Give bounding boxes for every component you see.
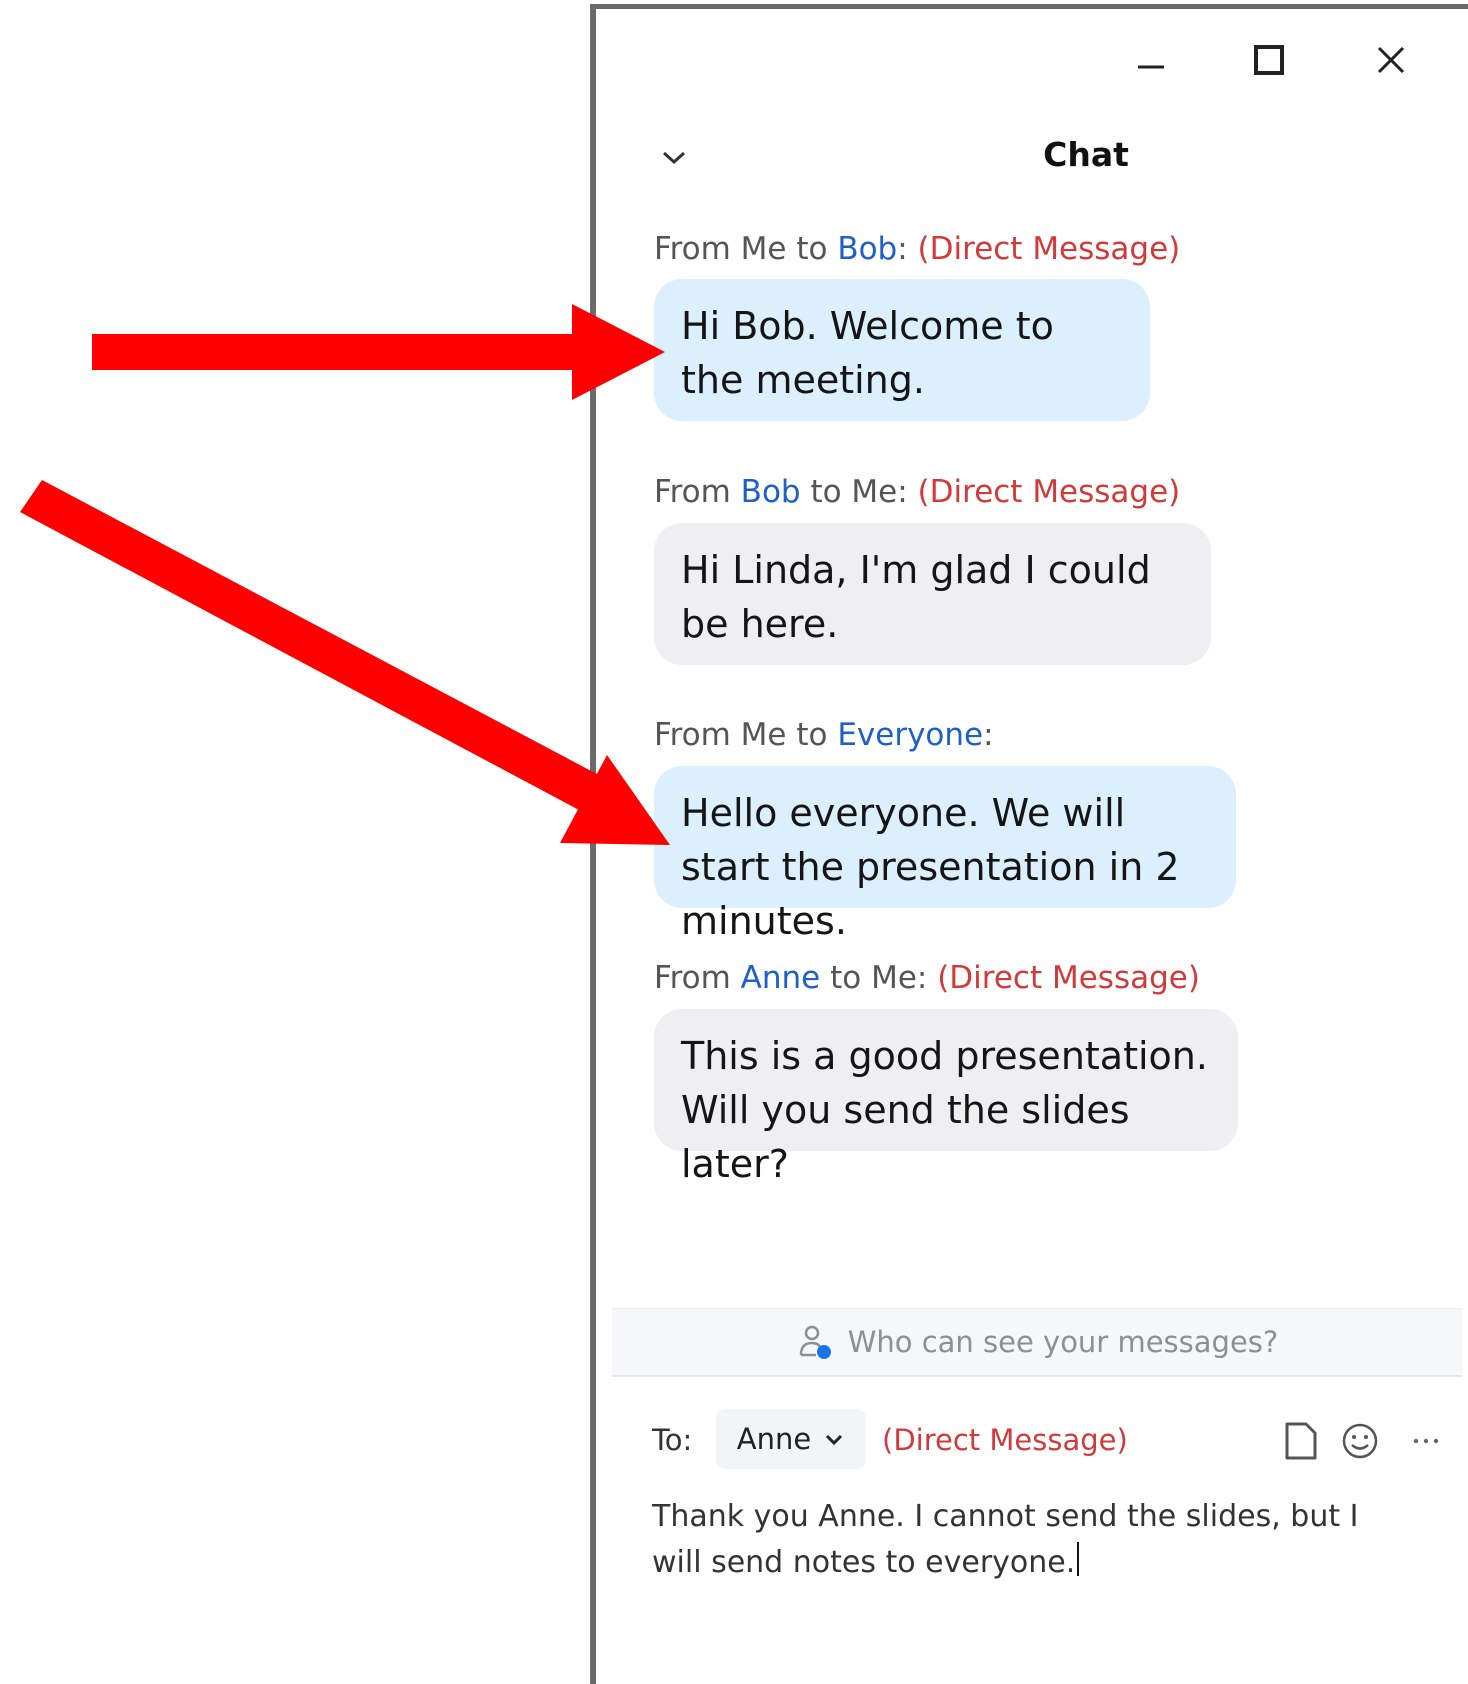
maximize-button[interactable] xyxy=(1234,31,1304,89)
file-button[interactable] xyxy=(1279,1419,1323,1463)
message-input-text: Thank you Anne. I cannot send the slides… xyxy=(652,1499,1359,1580)
direct-message-tag: (Direct Message) xyxy=(882,1423,1128,1457)
chevron-down-icon xyxy=(662,151,686,165)
compose-toolbar: To: Anne (Direct Message) xyxy=(652,1409,1452,1471)
message-label: From Me to Bob: (Direct Message) xyxy=(654,231,1180,267)
privacy-notice[interactable]: Who can see your messages? xyxy=(612,1308,1462,1377)
recipient-name: Anne xyxy=(736,1422,812,1456)
sender-name[interactable]: Everyone xyxy=(837,717,983,753)
message-label-prefix: From Me to xyxy=(654,231,838,267)
message-label: From Anne to Me: (Direct Message) xyxy=(654,960,1200,996)
message-input[interactable]: Thank you Anne. I cannot send the slides… xyxy=(652,1494,1412,1586)
message-bubble: This is a good presentation. Will you se… xyxy=(654,1009,1238,1186)
more-options-button[interactable] xyxy=(1404,1419,1448,1463)
message-label-prefix: From Me to xyxy=(654,717,838,753)
message-label-suffix: to Me: xyxy=(820,960,938,996)
maximize-icon xyxy=(1254,45,1284,75)
file-icon xyxy=(1285,1422,1317,1460)
message-label: From Bob to Me: (Direct Message) xyxy=(654,474,1180,510)
user-privacy-icon xyxy=(799,1325,831,1359)
emoji-button[interactable] xyxy=(1338,1419,1382,1463)
annotation-arrow-1 xyxy=(92,304,665,400)
privacy-notice-text: Who can see your messages? xyxy=(847,1325,1279,1359)
recipient-dropdown[interactable]: Anne xyxy=(716,1409,866,1469)
emoji-icon xyxy=(1342,1423,1378,1459)
chat-header: Chat xyxy=(596,121,1468,191)
direct-message-tag: (Direct Message) xyxy=(917,474,1181,510)
message-label-suffix: to Me: xyxy=(800,474,918,510)
more-icon xyxy=(1413,1438,1439,1444)
sender-name[interactable]: Bob xyxy=(837,231,897,267)
sender-name[interactable]: Bob xyxy=(741,474,801,510)
collapse-chat-button[interactable] xyxy=(654,137,694,177)
message-label-prefix: From xyxy=(654,474,741,510)
message-label-suffix: : xyxy=(897,231,918,267)
minimize-button[interactable] xyxy=(1116,31,1186,89)
sender-name[interactable]: Anne xyxy=(741,960,821,996)
annotation-arrow-2 xyxy=(20,480,670,845)
to-label: To: xyxy=(652,1423,693,1457)
direct-message-tag: (Direct Message) xyxy=(937,960,1200,996)
message-label-prefix: From xyxy=(654,960,741,996)
chat-window: Chat From Me to Bob: (Direct Message) Hi… xyxy=(590,4,1468,1684)
text-cursor xyxy=(1077,1542,1080,1576)
message-bubble: Hello everyone. We will start the presen… xyxy=(654,766,1236,943)
chat-title: Chat xyxy=(1043,135,1129,174)
message-bubble: Hi Bob. Welcome to the meeting. xyxy=(654,279,1150,421)
minimize-icon xyxy=(1138,65,1164,69)
chevron-down-icon xyxy=(826,1434,843,1446)
message-bubble: Hi Linda, I'm glad I could be here. xyxy=(654,523,1211,665)
close-button[interactable] xyxy=(1356,31,1426,89)
direct-message-tag: (Direct Message) xyxy=(917,231,1181,267)
close-icon xyxy=(1377,46,1405,74)
message-label: From Me to Everyone: xyxy=(654,717,994,753)
message-label-suffix: : xyxy=(983,717,994,753)
